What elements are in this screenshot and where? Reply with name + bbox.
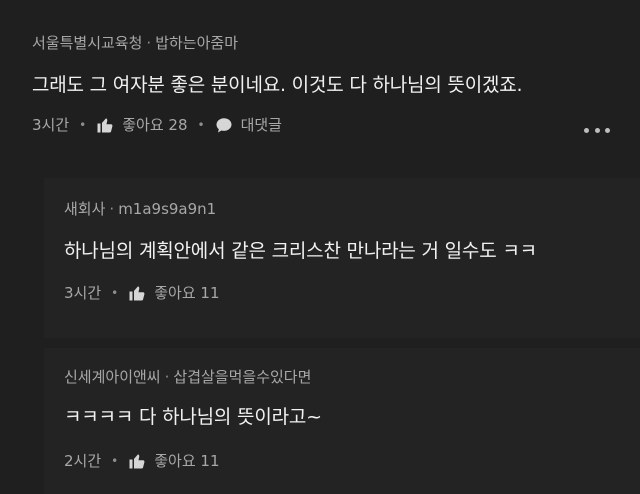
thumbs-up-icon: [128, 284, 146, 302]
like-count: 좋아요 11: [154, 284, 220, 302]
comment-meta: 새회사 · m1a9s9a9n1: [64, 198, 216, 219]
comment-actions: 3시간 • 좋아요 28 • 대댓글: [32, 114, 282, 135]
like-button[interactable]: 좋아요 11: [128, 450, 220, 471]
reply-label: 대댓글: [240, 116, 282, 134]
comment-meta: 신세계아이앤씨 · 삽겹살을먹을수있다면: [64, 366, 311, 387]
like-count: 좋아요 11: [154, 452, 220, 470]
comment-text: 하나님의 계획안에서 같은 크리스찬 만나라는 거 일수도 ㅋㅋ: [64, 240, 537, 262]
comment-time: 2시간: [64, 452, 102, 470]
meta-separator: •: [111, 285, 119, 300]
reply-item: 새회사 · m1a9s9a9n1 하나님의 계획안에서 같은 크리스찬 만나라는 거…: [44, 178, 640, 338]
meta-separator: •: [111, 453, 119, 468]
comment-actions: 3시간 • 좋아요 11: [64, 282, 220, 303]
reply-to-user[interactable]: 삽겹살을먹을수있다면: [173, 368, 311, 386]
comment-time: 3시간: [32, 116, 70, 134]
comment-text: 그래도 그 여자분 좋은 분이네요. 이것도 다 하나님의 뜻이겠죠.: [32, 74, 523, 96]
comment-time: 3시간: [64, 284, 102, 302]
comment-meta: 서울특별시교육청 · 밥하는아줌마: [32, 32, 238, 53]
more-dots-icon: [584, 128, 589, 133]
meta-separator: ·: [109, 200, 115, 218]
meta-separator: ·: [164, 368, 170, 386]
comment-author[interactable]: 새회사: [64, 200, 105, 218]
reply-to-user[interactable]: m1a9s9a9n1: [118, 200, 216, 218]
comment-thread: 서울특별시교육청 · 밥하는아줌마 그래도 그 여자분 좋은 분이네요. 이것도 다…: [0, 0, 640, 494]
more-options-button[interactable]: [584, 128, 610, 134]
like-count: 좋아요 28: [122, 116, 188, 134]
comment-text: ㅋㅋㅋㅋ 다 하나님의 뜻이라고~: [64, 406, 322, 428]
thumbs-up-icon: [128, 452, 146, 470]
like-button[interactable]: 좋아요 28: [96, 114, 188, 135]
thumbs-up-icon: [96, 116, 114, 134]
meta-separator: •: [79, 117, 87, 132]
comment-actions: 2시간 • 좋아요 11: [64, 450, 220, 471]
speech-bubble-icon: [215, 116, 233, 134]
reply-to-user[interactable]: 밥하는아줌마: [155, 34, 238, 52]
like-button[interactable]: 좋아요 11: [128, 282, 220, 303]
reply-button[interactable]: 대댓글: [215, 114, 282, 135]
reply-item: 신세계아이앤씨 · 삽겹살을먹을수있다면 ㅋㅋㅋㅋ 다 하나님의 뜻이라고~ 2시간…: [44, 348, 640, 494]
meta-separator: ·: [146, 34, 152, 52]
comment-author[interactable]: 신세계아이앤씨: [64, 368, 161, 386]
comment-author[interactable]: 서울특별시교육청: [32, 34, 142, 52]
meta-separator: •: [197, 117, 205, 132]
comment-item: 서울특별시교육청 · 밥하는아줌마 그래도 그 여자분 좋은 분이네요. 이것도 다…: [0, 0, 640, 170]
